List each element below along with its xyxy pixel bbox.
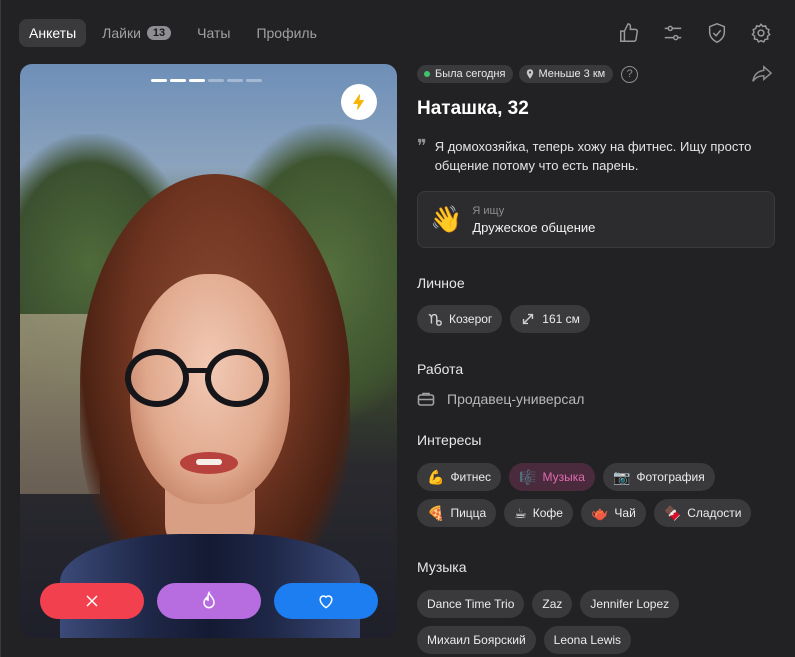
tab-chats[interactable]: Чаты <box>187 19 240 47</box>
briefcase-icon <box>417 392 435 406</box>
looking-for-label: Я ищу <box>472 204 505 217</box>
music-chip: Jennifer Lopez <box>580 590 680 618</box>
photo-subject <box>125 349 189 407</box>
photo-subject <box>180 452 238 474</box>
interest-label: Кофе <box>532 506 563 520</box>
interest-label: Чай <box>614 506 636 520</box>
profile-bio: ❞ Я домохозяйка, теперь хожу на фитнес. … <box>417 137 777 175</box>
zodiac-label: Козерог <box>449 312 493 326</box>
profile-name: Наташка, 32 <box>417 98 529 119</box>
lightning-icon[interactable] <box>341 84 377 120</box>
profile-info: Была сегодня Меньше 3 км ? Наташка, 32 ❞… <box>417 64 777 657</box>
music-section-title: Музыка <box>417 559 467 575</box>
music-chip: Zaz <box>532 590 573 618</box>
photo-page-dot[interactable] <box>189 79 205 82</box>
waving-hand-icon: 👋 <box>430 204 463 234</box>
like-button[interactable] <box>274 583 378 619</box>
photo-page-dot[interactable] <box>151 79 167 82</box>
interest-label: Пицца <box>450 506 487 520</box>
photo-subject <box>183 368 209 373</box>
profile-photo[interactable] <box>20 64 397 638</box>
music-chip: Михаил Боярский <box>417 626 536 654</box>
heart-icon <box>319 595 333 609</box>
tab-label: Лайки <box>102 25 141 41</box>
interest-chip: 🫖 Чай <box>580 499 646 527</box>
tab-profile[interactable]: Профиль <box>246 19 326 47</box>
music-chip: Leona Lewis <box>543 626 632 654</box>
close-icon <box>86 595 98 607</box>
interest-chip: 🎼 Музыка <box>509 463 595 491</box>
interest-emoji-icon: ☕ <box>514 504 527 521</box>
help-icon[interactable]: ? <box>621 65 639 83</box>
photo-page-dot[interactable] <box>246 79 262 82</box>
tab-label: Профиль <box>256 25 317 41</box>
superlike-button[interactable] <box>157 583 261 619</box>
interest-chip: ☕ Кофе <box>504 499 573 527</box>
shield-check-icon[interactable] <box>703 19 731 47</box>
capricorn-icon <box>428 313 442 326</box>
thumbs-up-icon[interactable] <box>615 19 643 47</box>
gear-icon[interactable] <box>747 19 775 47</box>
work-value: Продавец-универсал <box>447 391 585 407</box>
photo-subject <box>205 349 269 407</box>
top-icon-bar <box>599 19 775 47</box>
interests-section-title: Интересы <box>417 432 482 448</box>
interest-label: Музыка <box>542 470 585 484</box>
status-row: Была сегодня Меньше 3 км ? <box>417 64 777 84</box>
work-row: Продавец-универсал <box>417 391 777 407</box>
interests-chips: 💪 Фитнес 🎼 Музыка 📷 Фотография 🍕 Пицца ☕ Кофе 🫖 Чай… <box>417 463 777 535</box>
interest-emoji-icon: 🎼 <box>519 468 537 485</box>
zodiac-chip: Козерог <box>417 305 503 333</box>
interest-emoji-icon: 📷 <box>612 468 631 485</box>
tab-label: Чаты <box>197 25 231 41</box>
online-status-text: Была сегодня <box>435 68 506 80</box>
height-label: 161 см <box>542 312 580 326</box>
interest-emoji-icon: 🍕 <box>427 504 445 521</box>
height-icon <box>523 313 534 325</box>
music-chips: Dance Time Trio Zaz Jennifer Lopez Михаил Б… <box>417 590 777 657</box>
tab-ankety[interactable]: Анкеты <box>19 19 87 47</box>
interest-label: Фитнес <box>450 470 492 484</box>
personal-chips: Козерог 161 см <box>417 305 777 341</box>
tab-label: Анкеты <box>29 25 77 41</box>
flame-icon <box>203 591 215 609</box>
online-status-badge: Была сегодня <box>417 65 514 83</box>
interest-chip: 🍫 Сладости <box>653 499 752 527</box>
tab-likes[interactable]: Лайки 13 <box>92 19 181 47</box>
quote-icon: ❞ <box>417 136 427 157</box>
sliders-icon[interactable] <box>659 19 687 47</box>
music-chip: Dance Time Trio <box>417 590 525 618</box>
work-section-title: Работа <box>417 361 464 377</box>
photo-pagination[interactable] <box>151 79 265 82</box>
distance-text: Меньше 3 км <box>538 68 606 80</box>
distance-badge: Меньше 3 км <box>519 65 614 83</box>
photo-page-dot[interactable] <box>170 79 186 82</box>
likes-count-badge: 13 <box>146 26 172 40</box>
interest-chip: 🍕 Пицца <box>417 499 497 527</box>
looking-for-card: 👋 Я ищу Дружеское общение <box>417 191 775 248</box>
interest-emoji-icon: 💪 <box>427 468 445 485</box>
height-chip: 161 см <box>510 305 590 333</box>
interest-label: Сладости <box>687 506 742 520</box>
looking-for-value: Дружеское общение <box>472 219 596 235</box>
photo-page-dot[interactable] <box>227 79 243 82</box>
share-icon[interactable] <box>751 64 777 86</box>
interest-emoji-icon: 🫖 <box>590 504 609 521</box>
location-pin-icon <box>527 69 534 79</box>
interest-label: Фотография <box>636 470 705 484</box>
photo-page-dot[interactable] <box>208 79 224 82</box>
online-dot-icon <box>424 71 430 77</box>
personal-section-title: Личное <box>417 275 465 291</box>
top-navigation: Анкеты Лайки 13 Чаты Профиль <box>19 19 775 47</box>
interest-chip: 💪 Фитнес <box>417 463 502 491</box>
interest-emoji-icon: 🍫 <box>663 504 682 521</box>
app-window: Анкеты Лайки 13 Чаты Профиль Была сегодн… <box>0 0 795 657</box>
interest-chip: 📷 Фотография <box>602 463 715 491</box>
dislike-button[interactable] <box>40 583 144 619</box>
bio-text: Я домохозяйка, теперь хожу на фитнес. Ищ… <box>434 139 752 173</box>
swipe-actions <box>40 583 378 619</box>
